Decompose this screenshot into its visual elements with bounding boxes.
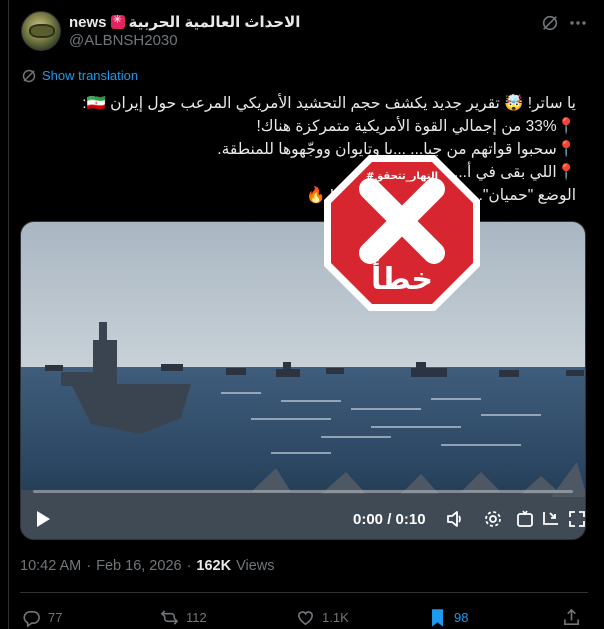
video-controls: 0:00 / 0:10 [21, 504, 585, 534]
repost-count: 112 [186, 610, 207, 625]
minimize-icon[interactable] [541, 509, 561, 529]
author-name-text: الاحداث العالمية الحربية [128, 14, 301, 31]
heart-icon [298, 611, 313, 626]
meta-dot: · [186, 558, 192, 574]
picture-in-picture-icon[interactable] [515, 509, 535, 529]
like-count: 1.1K [322, 610, 349, 625]
views-label: Views [236, 558, 275, 574]
pin-icon: 📍 [556, 141, 576, 158]
volume-icon[interactable] [445, 509, 465, 529]
author-name-suffix: news [69, 13, 107, 31]
video-time: 0:00 / 0:10 [353, 511, 426, 528]
fullscreen-icon[interactable] [567, 509, 586, 529]
reply-button[interactable]: 77 [22, 608, 62, 627]
reply-count: 77 [48, 610, 63, 625]
tweet-date[interactable]: Feb 16, 2026 [96, 558, 181, 574]
tweet-line: 📍اللي بقى في أ... ...ن قواتهم. [20, 161, 576, 184]
like-button[interactable]: 1.1K [296, 608, 349, 627]
action-bar: 77 112 1.1K 98 [20, 608, 590, 628]
tweet-line: 📍33% من إجمالي القوة الأمريكية متمركزة ه… [20, 115, 576, 138]
tweet-line: يا ساتر! 🤯 تقرير جديد يكشف حجم التحشيد ا… [82, 95, 576, 112]
play-icon[interactable] [35, 510, 51, 528]
translate-icon [22, 69, 36, 82]
more-icon[interactable] [568, 14, 588, 32]
pin-icon: 📍 [556, 118, 576, 135]
share-icon [564, 608, 579, 625]
repost-button[interactable]: 112 [160, 608, 207, 627]
bookmark-count: 98 [454, 610, 469, 625]
video-player[interactable]: 0:00 / 0:10 [20, 221, 586, 540]
siren-icon [110, 13, 125, 29]
tweet-text: يا ساتر! 🤯 تقرير جديد يكشف حجم التحشيد ا… [20, 92, 576, 207]
tweet-line: الوضع "حميان"... ...عية أبدًا.. الله يست… [306, 187, 576, 204]
tweet-line: 📍سحبوا قواتهم من جبا... ...با وتايوان وو… [20, 138, 576, 161]
share-button[interactable] [562, 608, 581, 627]
bookmark-button[interactable]: 98 [428, 608, 468, 627]
author-name[interactable]: news الاحداث العالمية الحربية [69, 12, 300, 32]
tweet-line-text: 33% من إجمالي القوة الأمريكية متمركزة هن… [256, 118, 557, 135]
meta-dot: · [86, 558, 92, 574]
grok-icon[interactable] [541, 14, 559, 32]
show-translation-label: Show translation [42, 68, 139, 83]
avatar[interactable] [21, 11, 61, 51]
show-translation-link[interactable]: Show translation [22, 68, 138, 83]
stamp-label: خطأ [371, 259, 433, 297]
reply-icon [23, 610, 40, 627]
video-progress-bar[interactable] [33, 490, 573, 493]
tweet-time[interactable]: 10:42 AM [20, 558, 81, 574]
tweet-meta: 10:42 AM · Feb 16, 2026 · 162K Views [20, 558, 275, 574]
settings-gear-icon[interactable] [483, 509, 503, 529]
author-handle[interactable]: @ALBNSH2030 [69, 32, 178, 49]
divider [20, 592, 588, 593]
pin-icon: 📍 [556, 164, 576, 181]
repost-icon [160, 610, 179, 625]
bookmark-icon [432, 609, 443, 627]
views-count: 162K [196, 558, 232, 574]
fact-check-false-stamp: #النهار_تتحقق خطأ [324, 155, 480, 311]
